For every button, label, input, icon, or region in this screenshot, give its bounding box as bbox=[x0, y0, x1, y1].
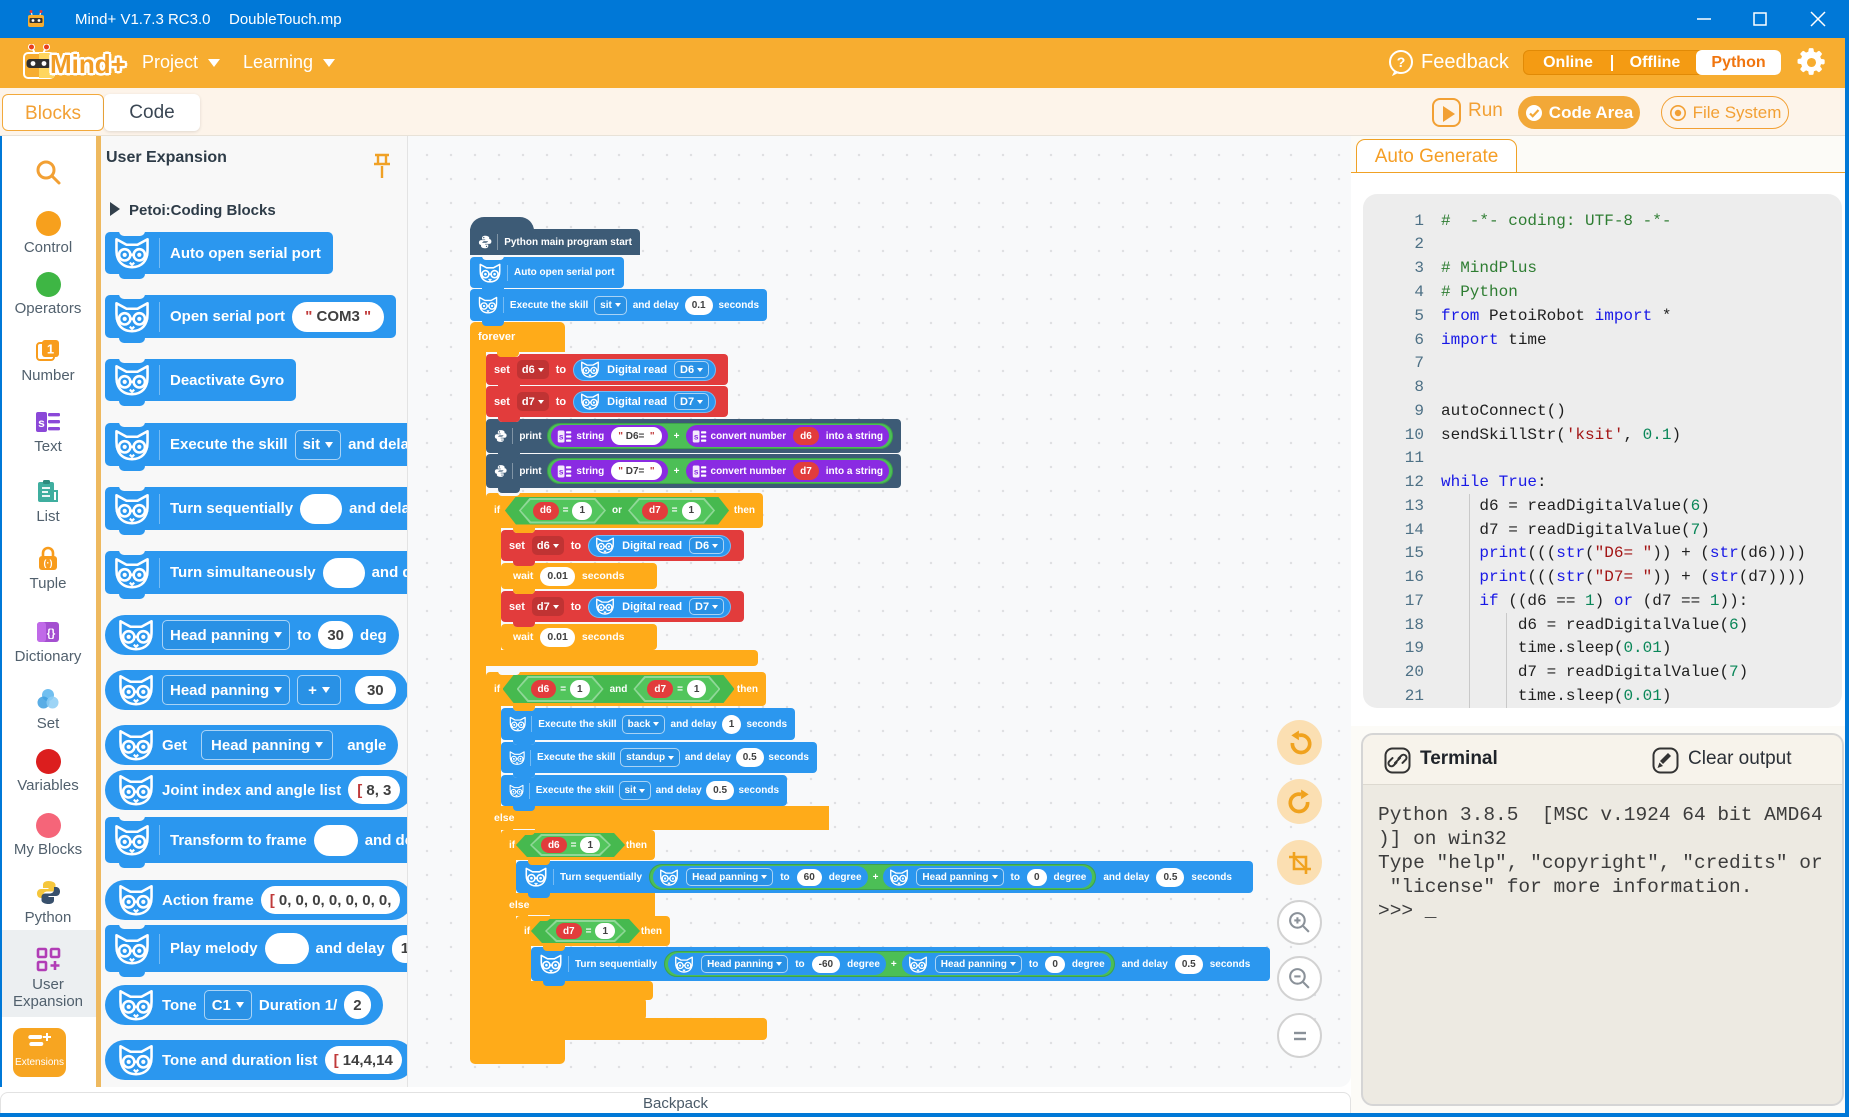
svg-text:(·): (·) bbox=[44, 558, 53, 568]
svg-text:s: s bbox=[559, 432, 564, 441]
svg-text:?: ? bbox=[1397, 54, 1406, 70]
svg-text:1: 1 bbox=[47, 342, 54, 357]
svg-text:s: s bbox=[693, 432, 698, 441]
svg-text:s: s bbox=[38, 416, 45, 430]
svg-text:s: s bbox=[693, 467, 698, 476]
svg-text:{}: {} bbox=[47, 628, 56, 640]
svg-text:s: s bbox=[559, 467, 564, 476]
